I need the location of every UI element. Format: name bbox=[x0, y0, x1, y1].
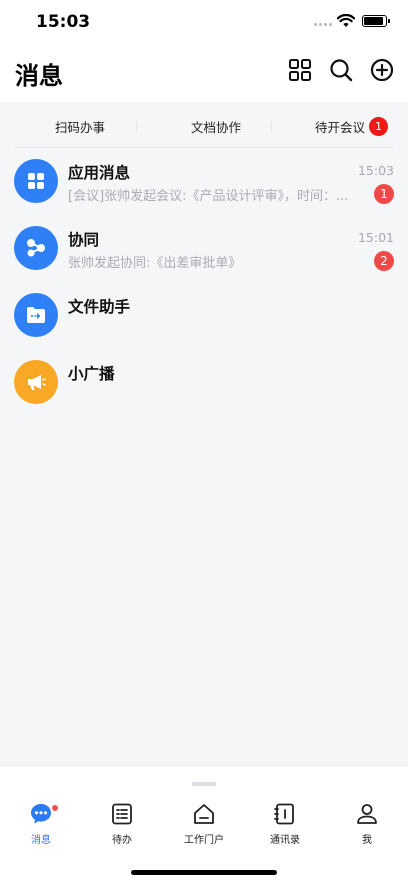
avatar bbox=[14, 360, 58, 404]
item-preview: [会议]张帅发起会议:《产品设计评审》，时间：... bbox=[68, 189, 349, 204]
quick-actions-bar: 扫码办事 文档协作 待开会议 1 bbox=[14, 102, 394, 148]
item-title: 文件助手 bbox=[68, 298, 131, 316]
status-bar: 15:03 bbox=[0, 0, 408, 46]
page-header: 消息 bbox=[0, 46, 408, 102]
person-icon bbox=[357, 804, 377, 824]
tab-todo[interactable]: 待办 bbox=[87, 802, 157, 846]
avatar bbox=[14, 159, 58, 203]
item-time: 15:03 bbox=[357, 163, 394, 178]
status-time: 15:03 bbox=[36, 12, 91, 32]
tab-contacts[interactable]: 通讯录 bbox=[250, 802, 320, 846]
avatar bbox=[14, 293, 58, 337]
drag-handle[interactable] bbox=[192, 782, 216, 786]
tab-label: 我 bbox=[362, 835, 372, 846]
tab-label: 消息 bbox=[31, 835, 51, 846]
tab-messages[interactable]: 消息 bbox=[6, 802, 76, 846]
item-title: 小广播 bbox=[68, 365, 115, 383]
home-icon bbox=[194, 804, 214, 824]
item-title: 应用消息 bbox=[68, 164, 131, 182]
list-item-app-messages[interactable]: 应用消息 15:03 [会议]张帅发起会议:《产品设计评审》，时间：... 1 bbox=[0, 148, 408, 215]
unread-badge: 2 bbox=[374, 251, 394, 271]
divider bbox=[136, 121, 137, 131]
tab-label: 通讯录 bbox=[270, 835, 300, 846]
quick-tab-meetings[interactable]: 待开会议 bbox=[315, 117, 365, 136]
item-title: 协同 bbox=[68, 231, 100, 249]
apps-icon bbox=[28, 173, 44, 189]
quick-tab-scan[interactable]: 扫码办事 bbox=[55, 117, 105, 136]
contacts-icon bbox=[274, 803, 294, 825]
item-preview: 张帅发起协同:《出差审批单》 bbox=[68, 256, 242, 271]
quick-tab-docs[interactable]: 文档协作 bbox=[191, 117, 241, 136]
list-item-collaboration[interactable]: 协同 15:01 张帅发起协同:《出差审批单》 2 bbox=[0, 215, 408, 282]
search-icon[interactable] bbox=[329, 58, 353, 82]
tab-label: 待办 bbox=[112, 835, 132, 846]
home-indicator bbox=[131, 870, 277, 875]
avatar bbox=[14, 226, 58, 270]
unread-badge: 1 bbox=[374, 184, 394, 204]
battery-icon bbox=[362, 15, 390, 27]
tab-workspace[interactable]: 工作门户 bbox=[169, 802, 239, 846]
unread-dot bbox=[51, 804, 59, 812]
signal-icon bbox=[314, 23, 332, 26]
tab-label: 工作门户 bbox=[184, 835, 224, 846]
list-item-file-assistant[interactable]: 文件助手 bbox=[0, 282, 408, 349]
list-item-broadcast[interactable]: 小广播 bbox=[0, 349, 408, 416]
grid-apps-icon[interactable] bbox=[288, 58, 312, 82]
item-time: 15:01 bbox=[357, 230, 394, 245]
share-icon bbox=[27, 239, 45, 257]
tab-me[interactable]: 我 bbox=[332, 802, 402, 846]
add-icon[interactable] bbox=[370, 58, 394, 82]
meetings-badge: 1 bbox=[369, 117, 388, 136]
megaphone-icon bbox=[28, 375, 46, 390]
todo-list-icon bbox=[112, 803, 132, 825]
folder-icon bbox=[27, 307, 45, 323]
page-title: 消息 bbox=[15, 62, 63, 90]
chat-icon bbox=[31, 804, 51, 824]
divider bbox=[271, 121, 272, 131]
bottom-tab-bar: 消息 待办 工作门户 通讯录 我 bbox=[0, 765, 408, 883]
wifi-icon bbox=[337, 14, 355, 27]
